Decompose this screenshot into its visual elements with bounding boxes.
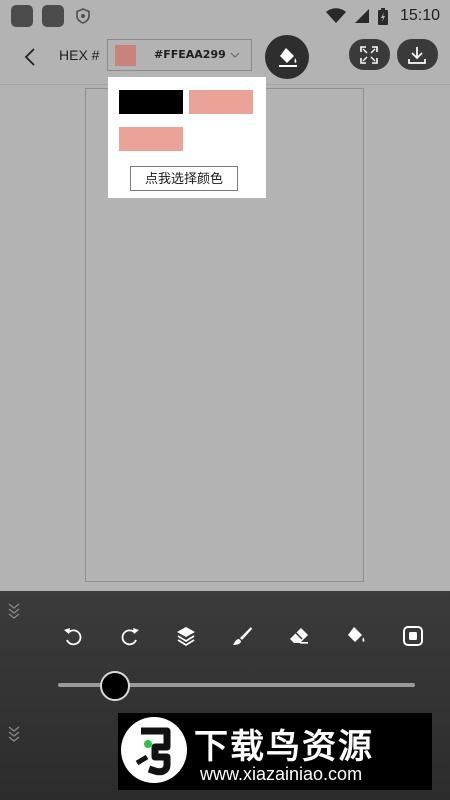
fill-button[interactable] — [341, 621, 371, 651]
eraser-icon — [290, 628, 308, 644]
signal-icon — [354, 9, 369, 23]
app-icon — [42, 5, 64, 27]
eraser-button[interactable] — [284, 621, 314, 651]
status-bar: 15:10 — [0, 0, 450, 32]
pick-color-button[interactable]: 点我选择颜色 — [130, 166, 238, 191]
app-icon — [11, 5, 33, 27]
hex-label: HEX # — [59, 47, 100, 63]
color-swatch-option[interactable] — [119, 127, 183, 151]
watermark: 下载鸟资源 www.xiazainiao.com — [118, 713, 432, 790]
color-popup: 点我选择颜色 — [108, 77, 266, 198]
undo-icon — [64, 628, 82, 646]
download-button[interactable] — [397, 39, 438, 70]
paint-bucket-icon — [279, 48, 297, 67]
paint-bucket-button[interactable] — [265, 35, 309, 79]
battery-icon — [377, 7, 388, 25]
undo-button[interactable] — [58, 621, 88, 651]
brush-button[interactable] — [227, 621, 257, 651]
redo-icon — [121, 628, 139, 646]
fill-icon — [348, 627, 365, 642]
watermark-title: 下载鸟资源 — [194, 727, 374, 767]
back-arrow-icon[interactable] — [20, 46, 42, 68]
color-swatch-option[interactable] — [189, 90, 253, 114]
brush-size-slider[interactable] — [100, 671, 131, 701]
wifi-icon — [325, 8, 346, 23]
color-swatch-option[interactable] — [119, 90, 183, 114]
layers-icon — [177, 627, 195, 647]
chevron-down-icon — [230, 52, 240, 58]
crop-button[interactable] — [398, 621, 428, 651]
current-color-hex: #FFEAA299 — [154, 48, 226, 61]
watermark-url: www.xiazainiao.com — [200, 764, 363, 784]
shield-icon — [76, 8, 90, 24]
color-dropdown[interactable]: #FFEAA299 — [107, 39, 252, 71]
fullscreen-button[interactable] — [349, 39, 390, 70]
download-icon — [408, 47, 426, 64]
current-color-swatch — [115, 45, 136, 66]
collapse-chevrons-icon[interactable] — [7, 725, 21, 743]
bird-logo-icon — [121, 717, 187, 783]
redo-button[interactable] — [115, 621, 145, 651]
crop-icon — [403, 626, 423, 646]
layers-button[interactable] — [171, 621, 201, 651]
clock: 15:10 — [399, 7, 440, 24]
brush-icon — [233, 627, 252, 645]
collapse-chevrons-icon[interactable] — [7, 602, 21, 620]
fullscreen-icon — [360, 46, 378, 64]
